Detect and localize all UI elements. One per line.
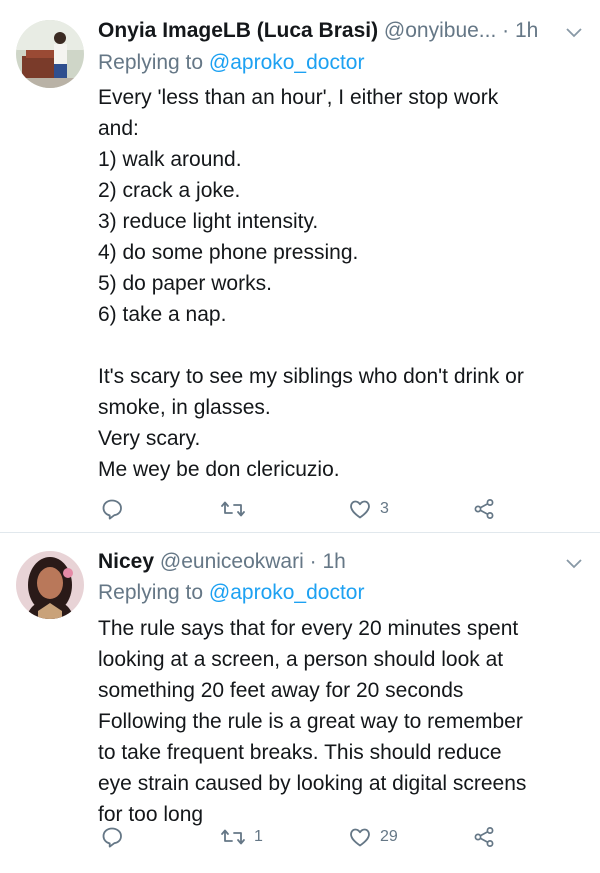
reply-button[interactable] bbox=[100, 823, 132, 851]
user-handle[interactable]: @euniceokwari bbox=[160, 550, 304, 573]
display-name[interactable]: Nicey bbox=[98, 550, 154, 573]
separator-dot: · bbox=[502, 19, 510, 42]
share-button[interactable] bbox=[472, 495, 496, 523]
timestamp[interactable]: 1h bbox=[322, 550, 345, 573]
tweet-line: smoke, in glasses. bbox=[98, 396, 271, 419]
tweet-line: 1) walk around. bbox=[98, 148, 242, 171]
tweet-line: and: bbox=[98, 117, 139, 140]
replying-prefix: Replying to bbox=[98, 581, 204, 604]
tweet-line: 2) crack a joke. bbox=[98, 179, 241, 202]
replying-to: Replying to @aproko_doctor bbox=[98, 51, 364, 75]
tweet-line: to take frequent breaks. This should red… bbox=[98, 741, 502, 764]
tweet-line: Very scary. bbox=[98, 427, 201, 450]
tweet-line: something 20 feet away for 20 seconds bbox=[98, 679, 464, 702]
retweet-button[interactable]: 1 bbox=[220, 823, 263, 851]
tweet-line: looking at a screen, a person should loo… bbox=[98, 648, 504, 671]
chevron-down-icon[interactable] bbox=[564, 22, 584, 42]
like-count: 29 bbox=[380, 828, 398, 845]
share-button[interactable] bbox=[472, 823, 496, 851]
heart-icon bbox=[348, 497, 372, 521]
separator-dot: · bbox=[309, 550, 317, 573]
retweet-count: 1 bbox=[254, 828, 263, 845]
retweet-button[interactable] bbox=[220, 495, 254, 523]
retweet-icon bbox=[220, 497, 246, 521]
timestamp[interactable]: 1h bbox=[515, 19, 538, 42]
tweet-actions: 3 bbox=[98, 495, 518, 523]
tweet-header: Nicey @euniceokwari · 1h bbox=[98, 549, 554, 575]
tweet-line bbox=[98, 330, 584, 361]
mention-link[interactable]: @aproko_doctor bbox=[209, 51, 365, 74]
reply-icon bbox=[100, 825, 124, 849]
tweet-actions: 1 29 bbox=[98, 823, 518, 851]
avatar[interactable] bbox=[16, 20, 84, 88]
tweet-line: 6) take a nap. bbox=[98, 303, 227, 326]
tweet-line: 4) do some phone pressing. bbox=[98, 241, 359, 264]
tweet[interactable]: Nicey @euniceokwari · 1h Replying to @ap… bbox=[0, 533, 600, 873]
display-name[interactable]: Onyia ImageLB (Luca Brasi) bbox=[98, 19, 378, 42]
tweet-line: 3) reduce light intensity. bbox=[98, 210, 319, 233]
tweet-text: Every 'less than an hour', I either stop… bbox=[98, 82, 584, 485]
mention-link[interactable]: @aproko_doctor bbox=[209, 581, 365, 604]
chevron-down-icon[interactable] bbox=[564, 553, 584, 573]
tweet-line: Every 'less than an hour', I either stop… bbox=[98, 86, 499, 109]
like-button[interactable]: 29 bbox=[348, 823, 398, 851]
tweet-line: 5) do paper works. bbox=[98, 272, 272, 295]
share-icon bbox=[472, 825, 496, 849]
user-handle[interactable]: @onyibue... bbox=[384, 19, 496, 42]
tweet-text: The rule says that for every 20 minutes … bbox=[98, 613, 584, 830]
like-count: 3 bbox=[380, 500, 389, 517]
tweet-line: Following the rule is a great way to rem… bbox=[98, 710, 523, 733]
replying-prefix: Replying to bbox=[98, 51, 204, 74]
reply-button[interactable] bbox=[100, 495, 132, 523]
tweet-header: Onyia ImageLB (Luca Brasi) @onyibue... ·… bbox=[98, 18, 554, 44]
reply-icon bbox=[100, 497, 124, 521]
avatar[interactable] bbox=[16, 551, 84, 619]
tweet-line: It's scary to see my siblings who don't … bbox=[98, 365, 524, 388]
tweet-line: eye strain caused by looking at digital … bbox=[98, 772, 527, 795]
tweet-line: The rule says that for every 20 minutes … bbox=[98, 617, 519, 640]
share-icon bbox=[472, 497, 496, 521]
tweet[interactable]: Onyia ImageLB (Luca Brasi) @onyibue... ·… bbox=[0, 0, 600, 533]
replying-to: Replying to @aproko_doctor bbox=[98, 581, 364, 605]
retweet-icon bbox=[220, 825, 246, 849]
tweet-line: Me wey be don clericuzio. bbox=[98, 458, 340, 481]
like-button[interactable]: 3 bbox=[348, 495, 389, 523]
heart-icon bbox=[348, 825, 372, 849]
